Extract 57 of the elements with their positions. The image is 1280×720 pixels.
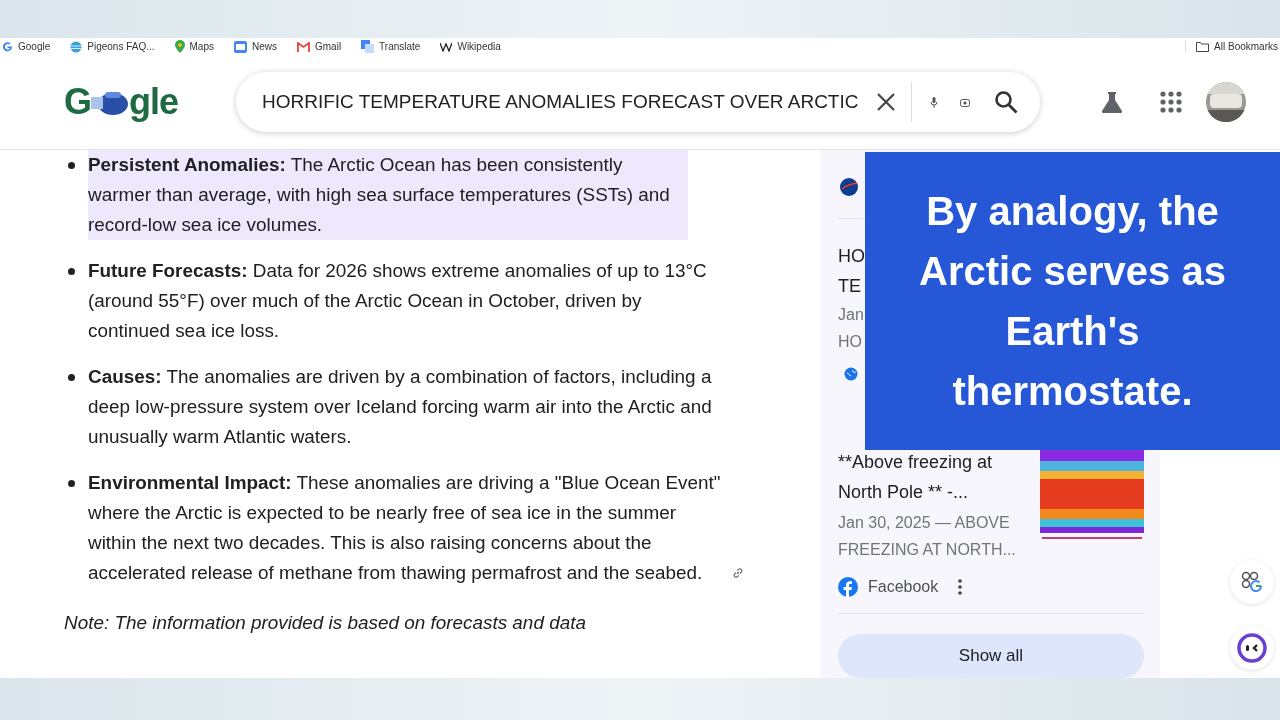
apps-shortcut-button[interactable] — [1230, 560, 1274, 604]
microphone-icon — [930, 96, 938, 108]
show-all-button[interactable]: Show all — [838, 634, 1144, 678]
bookmark-link[interactable]: Google — [2, 41, 51, 53]
map-pin-icon — [174, 40, 185, 54]
result-snippet: Jan — [838, 305, 865, 325]
result-snippet: Jan 30, 2025 — ABOVE FREEZING AT NORTH... — [838, 513, 1017, 560]
bullet-icon — [68, 268, 75, 275]
search-input[interactable]: HORRIFIC TEMPERATURE ANOMALIES FORECAST OVER ARCTIC — [260, 90, 867, 115]
search-button[interactable] — [994, 90, 1018, 115]
shapes-icon — [1241, 571, 1263, 593]
bullet-text: Future Forecasts: Data for 2026 shows extreme anomalies of up to 13°C (around 55°F) over much of the Arctic Ocean in October, driven by continued sea ice loss. — [88, 259, 708, 343]
bookmark-link[interactable]: Maps — [174, 40, 214, 54]
bullet-text: Persistent Anomalies: The Arctic Ocean has been consistently warmer than average, with high sea surface temperatures (SSTs) and record-low sea ice volumes. — [88, 150, 688, 240]
bookmark-link[interactable]: News — [233, 40, 277, 53]
globe-icon — [844, 367, 858, 381]
google-doodle-logo[interactable]: G gle — [64, 81, 180, 124]
mail-icon — [297, 41, 310, 52]
result-title[interactable]: HO — [838, 241, 865, 271]
bullet-icon — [68, 162, 75, 169]
result-title[interactable]: TE — [838, 271, 865, 301]
w-icon — [440, 41, 453, 52]
note-text: Note: The information provided is based on forecasts and data — [64, 611, 587, 635]
folder-icon — [1196, 41, 1210, 53]
facebook-icon — [838, 577, 858, 597]
apps-button[interactable] — [1160, 91, 1182, 114]
bookmark-link[interactable]: Gmail — [297, 41, 342, 53]
grid-icon — [1160, 91, 1182, 114]
search-field[interactable]: HORRIFIC TEMPERATURE ANOMALIES FORECAST OVER ARCTIC — [236, 72, 1040, 133]
result-title[interactable]: **Above freezing at North Pole ** -... — [838, 447, 1028, 507]
image-search-button[interactable] — [960, 97, 970, 107]
bookmark-link[interactable]: Pigeons FAQ... — [70, 40, 155, 53]
voice-search-button[interactable] — [930, 96, 938, 108]
link-icon[interactable] — [732, 567, 744, 579]
result-snippet: HO — [838, 332, 863, 352]
account-avatar[interactable] — [1206, 82, 1246, 123]
more-icon — [958, 579, 963, 595]
flask-icon — [1100, 90, 1124, 115]
caption-text: By analogy, the Arctic serves as Earth's thermostate. — [918, 188, 1227, 415]
google-icon — [2, 41, 13, 53]
bullet-text: Environmental Impact: These anomalies are driving a "Blue Ocean Event" where the Arctic is expected to be nearly free of sea ice in the summer within the next two decades. This is also raising concerns about the accelerated release of methane from thawing permafrost and the seabed. — [88, 471, 722, 585]
assistant-button[interactable] — [1230, 626, 1274, 670]
source-name[interactable]: Facebook — [868, 578, 939, 596]
bookmark-link[interactable]: Wikipedia — [440, 41, 501, 53]
translate-icon — [361, 40, 375, 54]
bullet-text: Causes: The anomalies are driven by a combination of factors, including a deep low-pressure system over Iceland forcing warm air into the Arctic and unusually warm Atlantic waters. — [88, 365, 713, 449]
search-icon — [994, 90, 1018, 115]
bullet-icon — [68, 480, 75, 487]
more-options-button[interactable] — [958, 579, 963, 595]
bookmark-link[interactable]: Translate — [361, 40, 421, 54]
labs-button[interactable] — [1100, 90, 1124, 115]
clear-button[interactable] — [877, 93, 895, 112]
camera-icon — [960, 97, 970, 107]
all-bookmarks-link[interactable]: All Bookmarks — [1185, 41, 1278, 53]
close-icon — [877, 93, 895, 112]
face-icon — [1237, 633, 1267, 663]
bullet-icon — [68, 374, 75, 381]
